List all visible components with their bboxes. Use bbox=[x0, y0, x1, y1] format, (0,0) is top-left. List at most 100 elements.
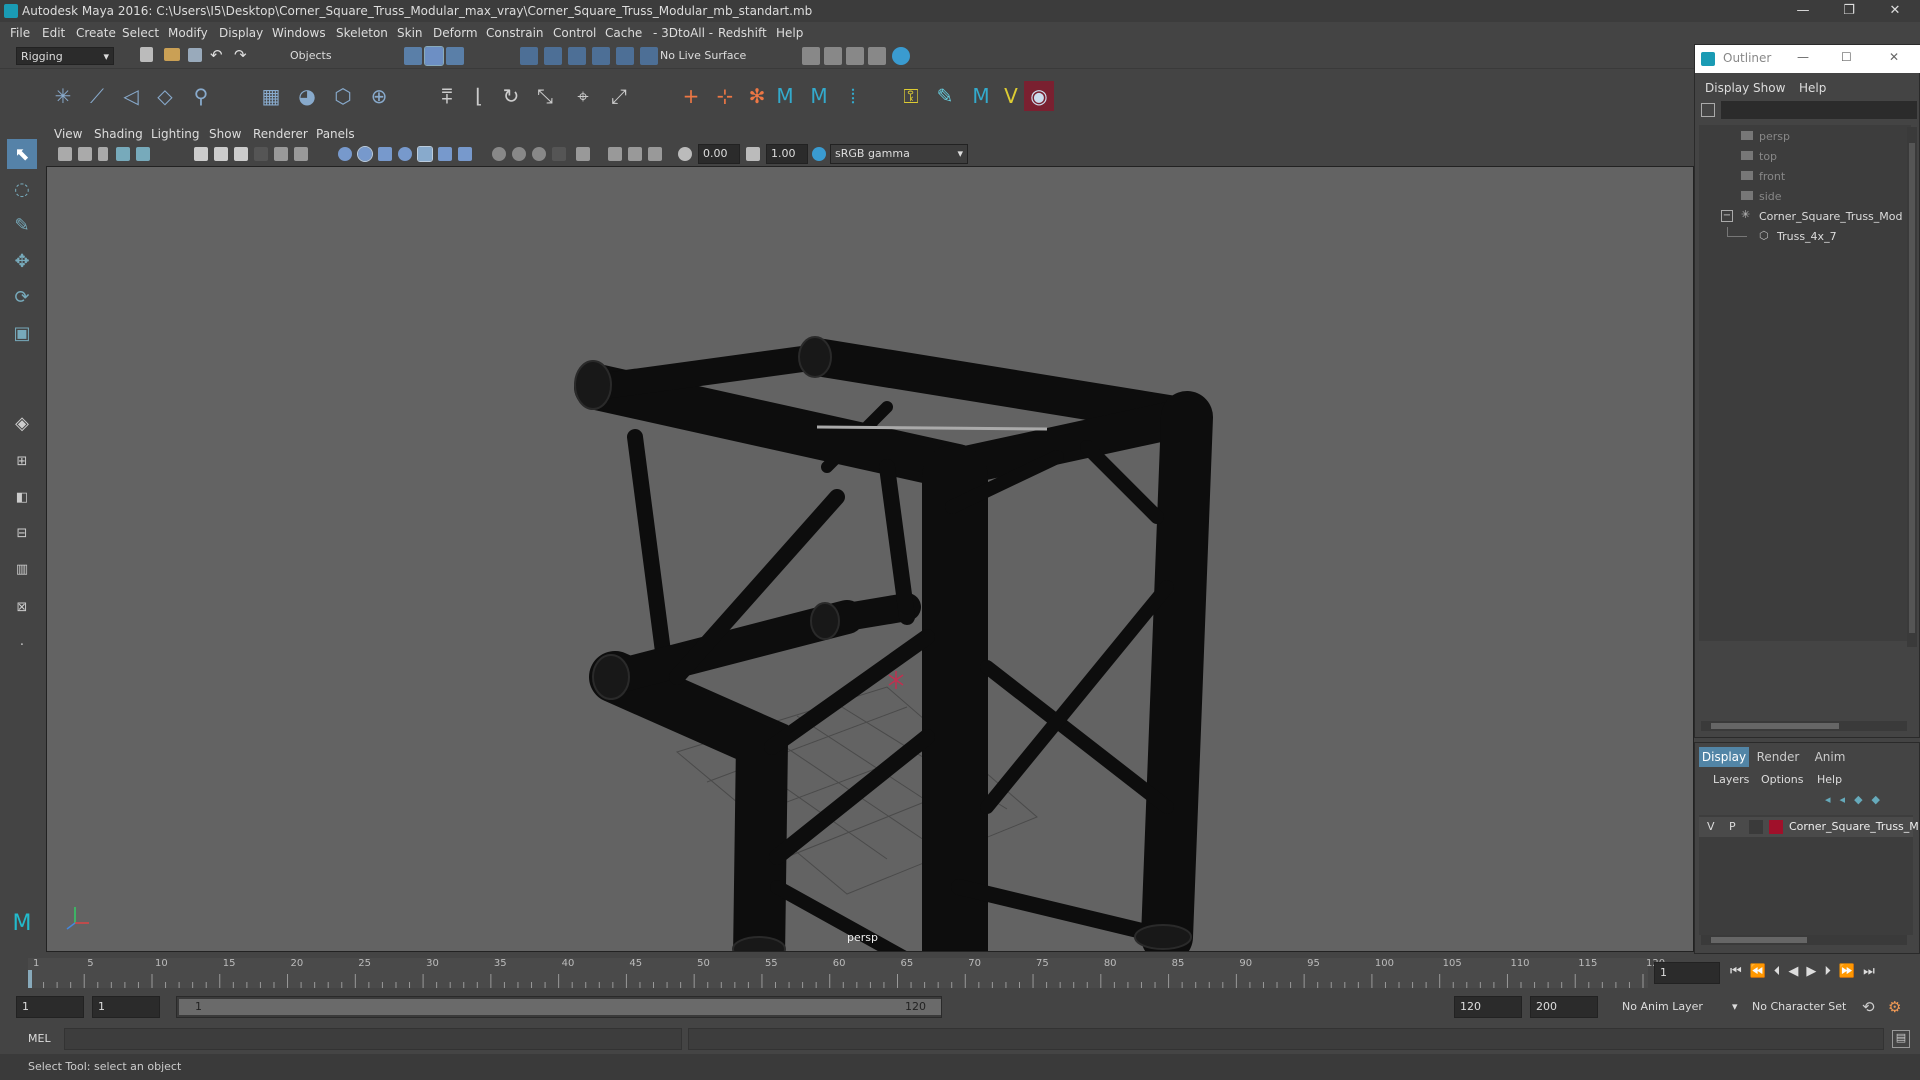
layout-three-icon[interactable]: ▥ bbox=[7, 554, 37, 584]
outliner-minimize-button[interactable]: — bbox=[1797, 50, 1809, 64]
use-all-lights-icon[interactable] bbox=[417, 146, 433, 162]
locator-icon[interactable]: + bbox=[676, 81, 706, 111]
range-bar[interactable]: 1 120 bbox=[176, 996, 942, 1018]
joint-tool-icon[interactable]: ✳ bbox=[48, 81, 78, 111]
outliner-horizontal-scrollbar[interactable] bbox=[1701, 721, 1907, 731]
scene-start-field[interactable]: 1 bbox=[16, 996, 84, 1018]
tab-display[interactable]: Display bbox=[1699, 747, 1749, 767]
paint-select-icon[interactable]: ✎ bbox=[7, 210, 37, 240]
smooth-bind-icon[interactable]: ◕ bbox=[292, 81, 322, 111]
viewport-menu-shading[interactable]: Shading bbox=[94, 127, 143, 141]
menu-cache[interactable]: Cache bbox=[605, 26, 642, 40]
outliner-hscroll-thumb[interactable] bbox=[1711, 723, 1839, 729]
character-set-dropdown[interactable]: No Character Set bbox=[1752, 1000, 1846, 1013]
snap-view-icon[interactable] bbox=[592, 47, 610, 65]
menu-skin[interactable]: Skin bbox=[397, 26, 423, 40]
bookmark-icon[interactable] bbox=[98, 147, 108, 161]
time-slider[interactable]: 1 5 10 15 20 25 30 35 40 45 50 55 60 65 70 75 80 85 90 95 10… bbox=[0, 952, 1920, 992]
step-forward-frame-icon[interactable]: ⏵ bbox=[1824, 964, 1839, 979]
point-constraint-icon[interactable]: ⌊ bbox=[464, 81, 494, 111]
outliner-item-side[interactable]: side bbox=[1699, 187, 1899, 207]
move-layer-up-icon[interactable]: ◂ bbox=[1825, 793, 1840, 806]
selection-mode-dropdown[interactable]: Objects bbox=[286, 47, 378, 65]
shadows-icon[interactable] bbox=[438, 147, 452, 161]
outliner-item-front[interactable]: front bbox=[1699, 167, 1899, 187]
outliner-maximize-button[interactable]: ☐ bbox=[1841, 50, 1852, 64]
viewport-menu-panels[interactable]: Panels bbox=[316, 127, 355, 141]
layers-menu-help[interactable]: Help bbox=[1817, 773, 1842, 786]
live-surface-label[interactable]: No Live Surface bbox=[660, 49, 746, 62]
gate-mask-icon[interactable] bbox=[234, 147, 248, 161]
snap-point-icon[interactable] bbox=[568, 47, 586, 65]
new-layer-selected-icon[interactable]: ◆ bbox=[1872, 793, 1889, 806]
aim-constraint-icon[interactable]: ⌖ bbox=[568, 81, 598, 111]
ik-fk-icon[interactable]: ✻ bbox=[742, 81, 772, 111]
layer-actions[interactable]: ◂◂◆◆ bbox=[1825, 793, 1889, 806]
camera-lock-icon[interactable] bbox=[78, 147, 92, 161]
menu-control[interactable]: Control bbox=[553, 26, 596, 40]
render-view-icon[interactable] bbox=[892, 47, 910, 65]
ik-spline-icon[interactable]: ◁ bbox=[116, 81, 146, 111]
viewport-menu-show[interactable]: Show bbox=[209, 127, 241, 141]
wireframe-on-shaded-icon[interactable] bbox=[378, 147, 392, 161]
multisample-aa-icon[interactable] bbox=[512, 147, 526, 161]
menu-select[interactable]: Select bbox=[122, 26, 159, 40]
auto-key-icon[interactable]: ⟲ bbox=[1862, 998, 1875, 1016]
outliner-vscroll-thumb[interactable] bbox=[1909, 143, 1915, 633]
persp-graph-icon[interactable]: ⊟ bbox=[7, 518, 37, 548]
scale-tool-icon[interactable]: ▣ bbox=[7, 318, 37, 348]
play-back-icon[interactable]: ◀ bbox=[1788, 964, 1806, 979]
step-forward-key-icon[interactable]: ⏩ bbox=[1839, 964, 1863, 979]
outliner-search-input[interactable] bbox=[1721, 101, 1917, 119]
gamma-icon[interactable] bbox=[746, 147, 760, 161]
tab-anim[interactable]: Anim bbox=[1805, 747, 1855, 767]
render-current-icon[interactable] bbox=[802, 47, 820, 65]
range-end-field[interactable]: 120 bbox=[1454, 996, 1522, 1018]
close-button[interactable]: ✕ bbox=[1872, 0, 1918, 22]
playback-controls[interactable]: ⏮⏪⏴◀▶⏵⏩⏭ bbox=[1730, 964, 1883, 979]
humanik-icon[interactable]: ⚲ bbox=[186, 81, 216, 111]
colorspace-dropdown[interactable]: sRGB gamma ▾ bbox=[830, 144, 968, 164]
v-tool-icon[interactable]: V bbox=[996, 81, 1026, 111]
wireframe-icon[interactable] bbox=[338, 147, 352, 161]
layer-row[interactable]: V P Corner_Square_Truss_M bbox=[1699, 817, 1919, 837]
maya-m-icon-1[interactable]: M bbox=[770, 81, 800, 111]
field-chart-icon[interactable] bbox=[254, 147, 268, 161]
menu-file[interactable]: File bbox=[10, 26, 30, 40]
snap-curve-icon[interactable] bbox=[544, 47, 562, 65]
create-locator-joint-icon[interactable]: ⊹ bbox=[710, 81, 740, 111]
select-tool-icon[interactable]: ⬉ bbox=[7, 139, 37, 169]
scale-constraint-icon[interactable]: ⤡ bbox=[530, 81, 560, 111]
command-input[interactable] bbox=[64, 1028, 682, 1050]
script-language-label[interactable]: MEL bbox=[28, 1032, 51, 1045]
menu-windows[interactable]: Windows bbox=[272, 26, 326, 40]
ik-handle-icon[interactable]: ⟋ bbox=[82, 81, 112, 111]
range-start-field[interactable]: 1 bbox=[92, 996, 160, 1018]
grid-toggle-icon[interactable] bbox=[136, 147, 150, 161]
outliner-menu-help[interactable]: Help bbox=[1799, 81, 1826, 95]
redo-icon[interactable]: ↷ bbox=[234, 46, 247, 64]
animation-prefs-icon[interactable]: ⚙ bbox=[1888, 998, 1901, 1016]
gamma-field[interactable]: 1.00 bbox=[766, 144, 808, 164]
outliner-menu-show[interactable]: Show bbox=[1753, 81, 1785, 95]
safe-title-icon[interactable] bbox=[294, 147, 308, 161]
xray-icon[interactable] bbox=[552, 147, 566, 161]
perspective-viewport[interactable]: persp bbox=[46, 166, 1694, 952]
bind-skin-icon[interactable]: ▦ bbox=[256, 81, 286, 111]
menu-create[interactable]: Create bbox=[76, 26, 116, 40]
move-tool-icon[interactable]: ✥ bbox=[7, 246, 37, 276]
textured-icon[interactable] bbox=[398, 147, 412, 161]
play-forward-icon[interactable]: ▶ bbox=[1806, 964, 1824, 979]
film-gate-icon[interactable] bbox=[194, 147, 208, 161]
outliner-filter-icon[interactable] bbox=[1701, 103, 1715, 117]
maximize-button[interactable]: ❐ bbox=[1826, 0, 1872, 22]
move-layer-down-icon[interactable]: ◂ bbox=[1840, 793, 1855, 806]
resolution-gate-icon[interactable] bbox=[214, 147, 228, 161]
menu-edit[interactable]: Edit bbox=[42, 26, 65, 40]
viewport-menu-view[interactable]: View bbox=[54, 127, 82, 141]
save-scene-icon[interactable] bbox=[188, 48, 202, 62]
menu-display[interactable]: Display bbox=[219, 26, 263, 40]
lasso-tool-icon[interactable]: ◌ bbox=[7, 174, 37, 204]
snap-live-icon[interactable] bbox=[640, 47, 658, 65]
outliner-close-button[interactable]: ✕ bbox=[1889, 50, 1899, 64]
